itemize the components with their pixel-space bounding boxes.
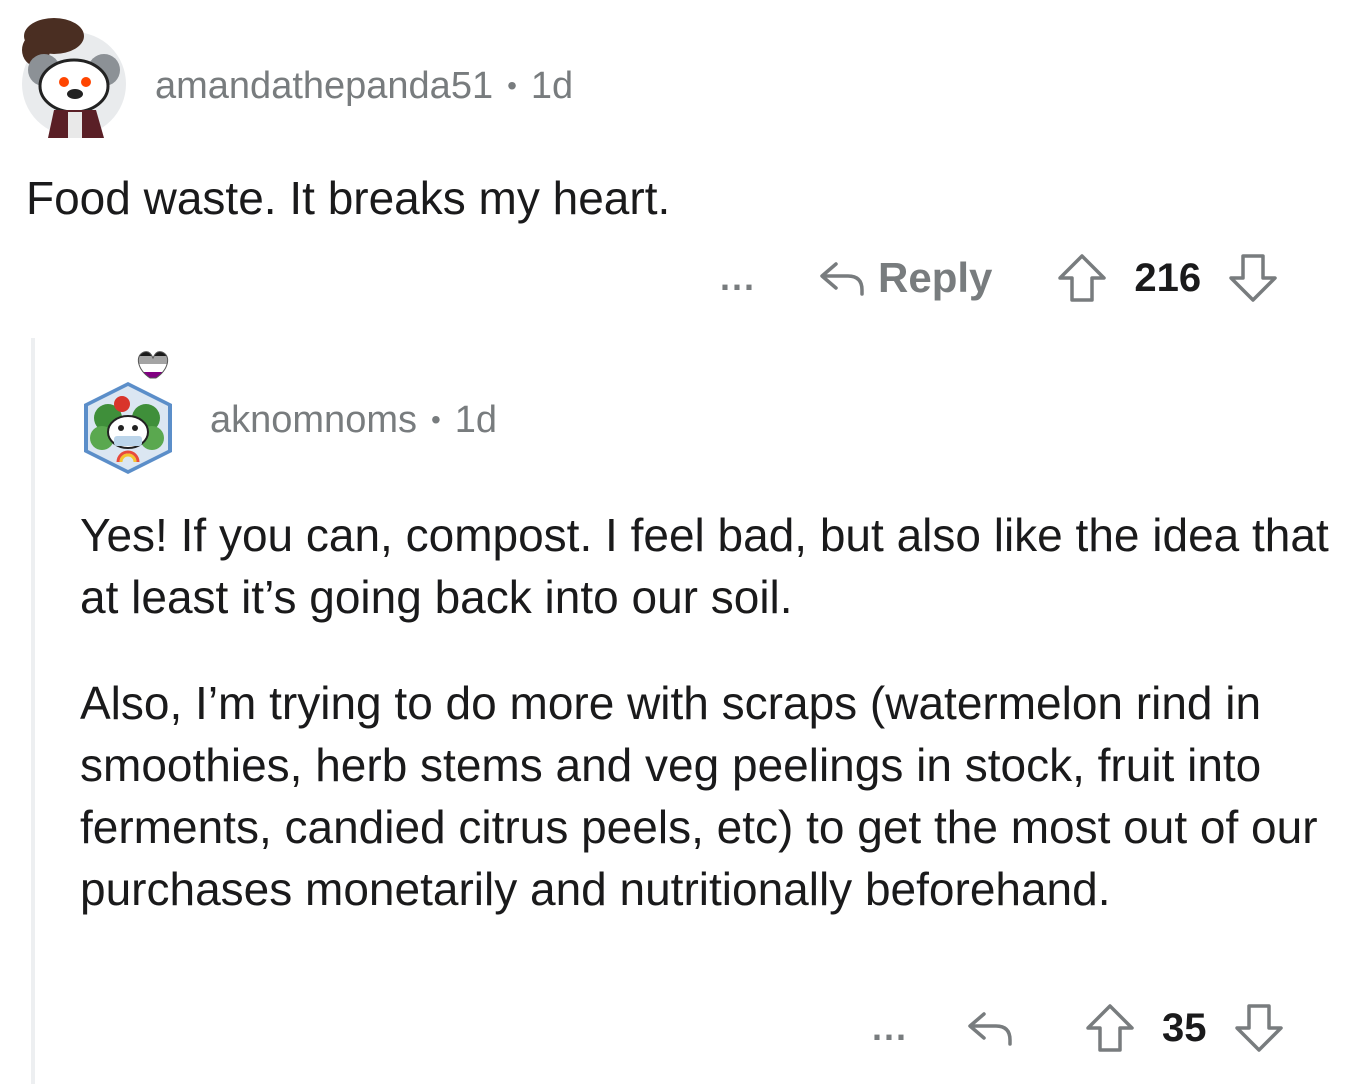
upvote-arrow-icon[interactable] (1084, 1002, 1136, 1054)
downvote-arrow-icon[interactable] (1233, 1002, 1285, 1054)
comment-paragraph: Yes! If you can, compost. I feel bad, bu… (80, 509, 1329, 623)
reply-arrow-icon (820, 262, 864, 296)
vote-controls: 35 (1084, 1002, 1285, 1054)
reply-button[interactable] (966, 1008, 1026, 1048)
username[interactable]: aknomnoms (210, 399, 417, 442)
vote-score: 216 (1134, 255, 1202, 300)
separator-dot: • (430, 404, 441, 435)
more-options-button[interactable]: ... (720, 257, 756, 299)
comment-body: Food waste. It breaks my heart. (26, 172, 671, 224)
reply-button[interactable]: Reply (818, 254, 992, 302)
comment-actions: ... Reply 216 (720, 248, 1279, 308)
comment-actions: ... 35 (872, 998, 1285, 1058)
comment-body: Yes! If you can, compost. I feel bad, bu… (80, 504, 1350, 964)
upvote-arrow-icon[interactable] (1056, 252, 1108, 304)
more-options-button[interactable]: ... (872, 1007, 908, 1049)
avatar[interactable] (78, 346, 178, 476)
timestamp: 1d (530, 64, 574, 107)
downvote-arrow-icon[interactable] (1227, 252, 1279, 304)
timestamp: 1d (454, 398, 498, 441)
vote-score: 35 (1162, 1005, 1207, 1050)
reply-arrow-icon (968, 1012, 1012, 1046)
separator-dot: • (507, 70, 517, 101)
comment-thread: amandathepanda51 • 1d Food waste. It bre… (0, 0, 1370, 1084)
thread-line[interactable] (31, 338, 35, 1084)
reply-label: Reply (878, 254, 993, 301)
comment-paragraph: Also, I’m trying to do more with scraps … (80, 677, 1318, 915)
vote-controls: 216 (1056, 252, 1279, 304)
avatar[interactable] (18, 14, 128, 138)
username[interactable]: amandathepanda51 (155, 65, 493, 108)
comment-meta: aknomnoms • 1d (210, 396, 497, 444)
comment-meta: amandathepanda51 • 1d (155, 62, 573, 110)
